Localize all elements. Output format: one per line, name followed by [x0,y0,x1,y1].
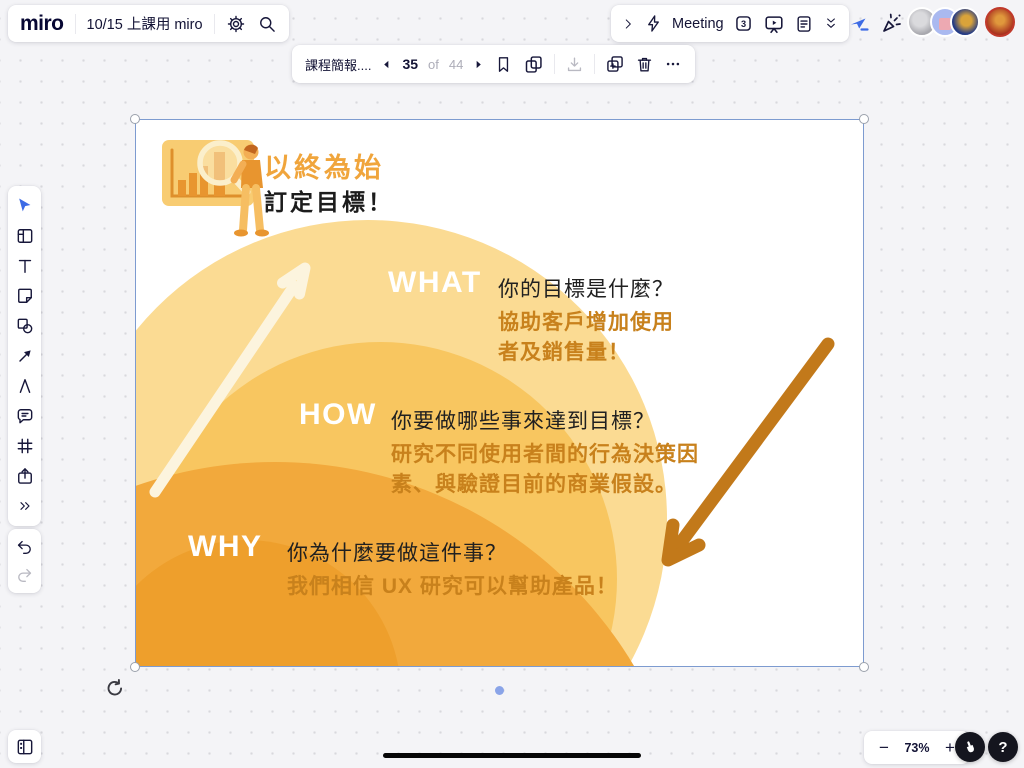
resize-handle-bottom-right[interactable] [859,662,869,672]
hand-pointer-button[interactable] [955,732,985,762]
section-why-answer: 我們相信 UX 研究可以幫助產品！ [287,572,618,602]
more-icon[interactable] [664,55,682,73]
lightning-icon[interactable] [644,14,663,33]
meeting-toolbar: Meeting 3 [611,5,849,42]
of-label: of [428,57,439,72]
connector-arrow-icon[interactable] [8,341,41,371]
slide-content: 以終為始 訂定目標！ WHAT 你的目標是什麼？ 協助客戶增加使用 者及銷售量！… [136,120,863,666]
more-tools-icon[interactable] [8,491,41,521]
answer-line: 協助客戶增加使用 [498,308,674,338]
help-button[interactable]: ? [988,732,1018,762]
templates-icon[interactable] [8,221,41,251]
search-icon[interactable] [257,14,277,34]
help-icon: ? [998,739,1007,756]
section-what-question: 你的目標是什麼？ [498,273,674,303]
frames-panel-button[interactable] [8,730,41,763]
next-page-icon[interactable] [473,59,484,70]
avatar[interactable] [985,7,1015,37]
divider [554,54,555,74]
resize-handle-top-left[interactable] [130,114,140,124]
redo-icon[interactable] [8,561,41,589]
creation-toolbar [8,186,41,526]
download-icon[interactable] [565,55,584,74]
answer-line: 者及銷售量！ [498,338,674,368]
laser-pointer-icon[interactable] [846,11,872,37]
frame-page-indicator-dot[interactable] [495,686,504,695]
undo-redo-toolbar [8,529,41,593]
present-icon[interactable] [763,13,785,35]
section-how-answer: 研究不同使用者間的行為決策因 素、與驗證目前的商業假設。 [391,440,699,500]
bookmark-icon[interactable] [494,55,513,74]
answer-line: 我們相信 UX 研究可以幫助產品！ [287,572,618,602]
frame-icon[interactable] [8,431,41,461]
chevron-right-icon[interactable] [621,17,635,31]
current-page: 35 [402,56,418,72]
answer-line: 研究不同使用者間的行為決策因 [391,440,699,470]
presentation-toolbar: 課程簡報.... 35 of 44 [292,45,695,83]
section-what-answer: 協助客戶增加使用 者及銷售量！ [498,308,674,368]
gear-icon[interactable] [226,14,246,34]
trash-icon[interactable] [635,55,654,74]
slide-subtitle: 訂定目標！ [264,183,394,217]
answer-line: 素、與驗證目前的商業假設。 [391,470,699,500]
resize-handle-top-right[interactable] [859,114,869,124]
zoom-out-button[interactable]: − [872,736,896,760]
frames-panel-icon [15,737,35,757]
section-how-label: HOW [299,398,377,432]
duplicate-icon[interactable] [605,54,625,74]
svg-text:3: 3 [741,19,746,29]
meeting-label[interactable]: Meeting [672,16,724,32]
miro-logo[interactable]: miro [20,12,64,36]
divider [594,54,595,74]
prev-page-icon[interactable] [381,59,392,70]
avatar[interactable] [950,7,980,37]
miro-canvas[interactable]: 以終為始 訂定目標！ WHAT 你的目標是什麼？ 協助客戶增加使用 者及銷售量！… [0,0,1024,768]
up-right-cream-arrow [155,268,305,492]
home-indicator [383,753,641,758]
slide-title: 以終為始 [264,146,384,185]
zoom-level[interactable]: 73% [900,741,934,755]
doc-title[interactable]: 課程簡報.... [305,55,371,74]
section-how-question: 你要做哪些事來達到目標？ [391,405,655,435]
shapes-icon[interactable] [8,311,41,341]
divider [214,14,215,34]
pages-stack-icon[interactable] [523,54,544,75]
section-why-question: 你為什麼要做這件事？ [287,537,507,567]
app-header-left: miro 10/15 上課用 miro [8,5,289,42]
hand-pointer-icon [962,739,978,755]
text-icon[interactable] [8,251,41,281]
pen-icon[interactable] [8,371,41,401]
timer-3-icon[interactable]: 3 [733,13,754,34]
rotate-handle-icon[interactable] [105,679,124,698]
section-why-label: WHY [188,530,263,564]
chart-magnifier-illustration [148,130,270,238]
confetti-icon[interactable] [878,9,906,37]
sticky-note-icon[interactable] [8,281,41,311]
comment-icon[interactable] [8,401,41,431]
notes-icon[interactable] [794,14,814,34]
section-what-label: WHAT [388,266,482,300]
total-pages: 44 [449,57,463,72]
undo-icon[interactable] [8,533,41,561]
double-chevron-down-icon[interactable] [823,16,839,32]
select-cursor-icon[interactable] [8,191,41,221]
divider [75,14,76,34]
board-title[interactable]: 10/15 上課用 miro [87,13,203,34]
slide-frame[interactable]: 以終為始 訂定目標！ WHAT 你的目標是什麼？ 協助客戶增加使用 者及銷售量！… [136,120,863,666]
resize-handle-bottom-left[interactable] [130,662,140,672]
upload-icon[interactable] [8,461,41,491]
